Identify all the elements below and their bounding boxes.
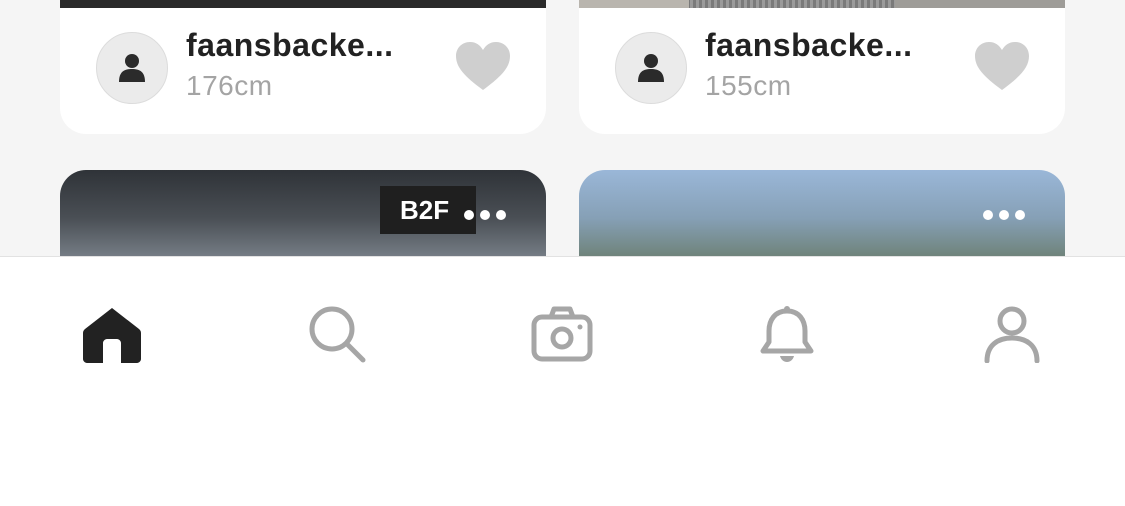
- search-icon: [309, 306, 366, 363]
- person-icon: [119, 54, 145, 82]
- home-icon: [83, 308, 141, 363]
- tab-search[interactable]: [305, 302, 369, 366]
- more-dots-icon[interactable]: [464, 210, 506, 220]
- height-label: 155cm: [705, 70, 792, 101]
- like-button[interactable]: [973, 40, 1031, 92]
- tab-profile[interactable]: [980, 302, 1044, 366]
- heart-icon: [975, 42, 1029, 90]
- heart-icon: [456, 42, 510, 90]
- tab-notifications[interactable]: [755, 302, 819, 366]
- avatar[interactable]: [96, 32, 168, 104]
- avatar[interactable]: [615, 32, 687, 104]
- username[interactable]: faansbacke...: [705, 27, 913, 64]
- feed-card[interactable]: faansbacke... 155cm: [579, 0, 1065, 134]
- bell-icon: [760, 306, 814, 362]
- photo-sign: B2F: [380, 186, 476, 234]
- tab-camera[interactable]: [530, 302, 594, 366]
- feed-card[interactable]: faansbacke... 176cm: [60, 0, 546, 134]
- bottom-tab-bar: [0, 256, 1125, 506]
- height-label: 176cm: [186, 70, 273, 101]
- username[interactable]: faansbacke...: [186, 27, 394, 64]
- camera-icon: [531, 306, 593, 362]
- like-button[interactable]: [454, 40, 512, 92]
- person-icon: [638, 54, 664, 82]
- tab-home[interactable]: [80, 302, 144, 366]
- card-photo[interactable]: [579, 0, 1065, 8]
- card-photo[interactable]: [60, 0, 546, 8]
- profile-icon: [984, 306, 1040, 363]
- more-dots-icon[interactable]: [983, 210, 1025, 220]
